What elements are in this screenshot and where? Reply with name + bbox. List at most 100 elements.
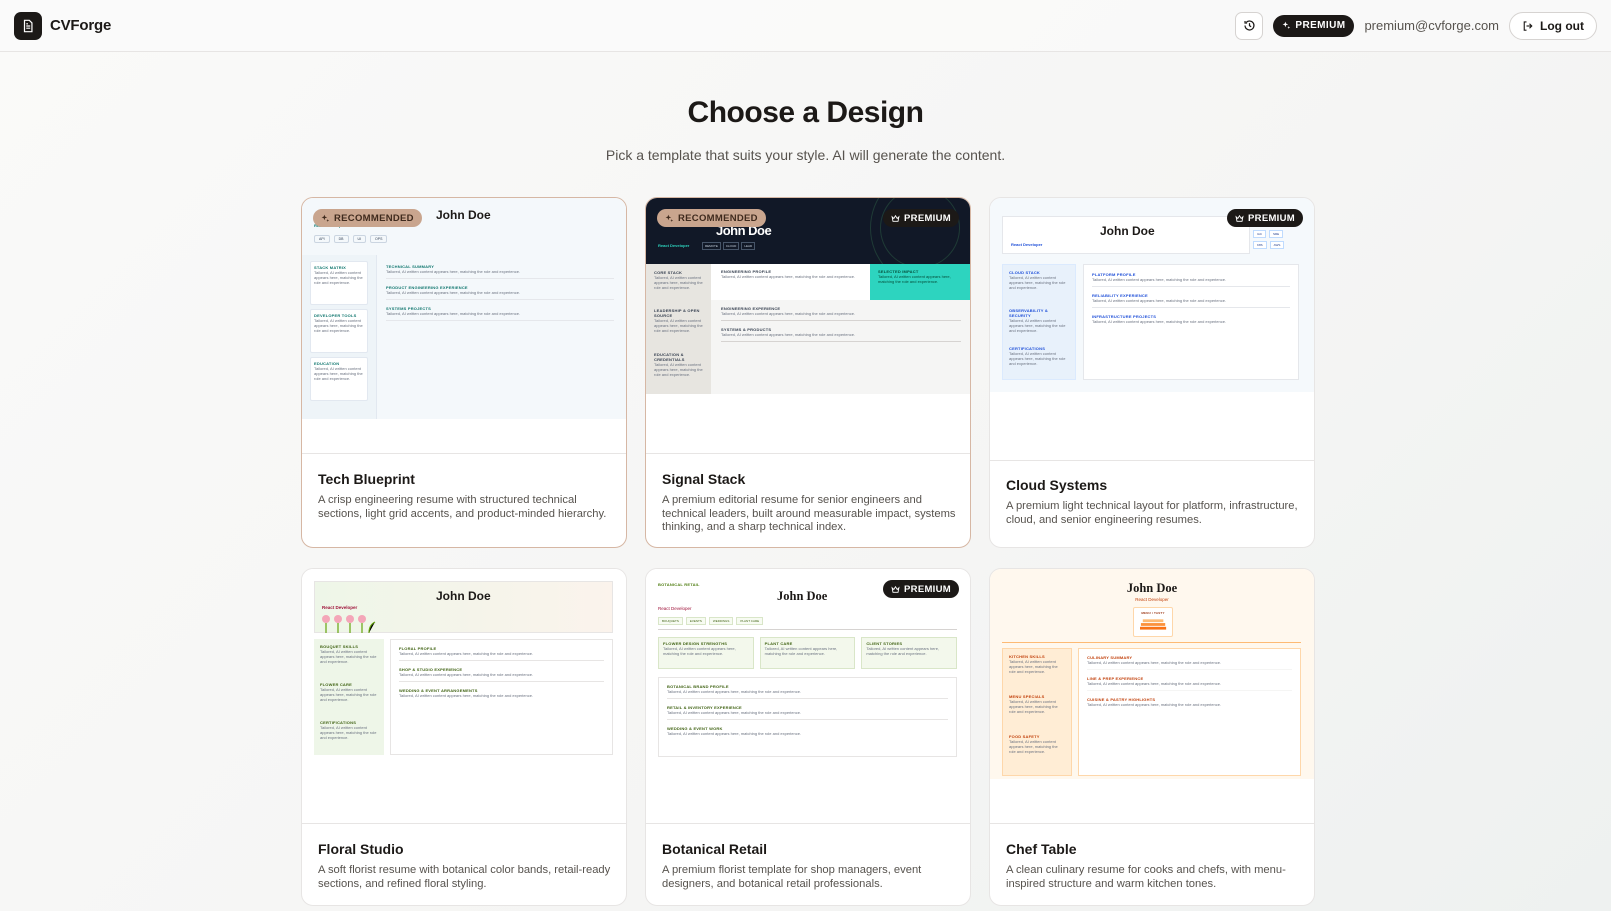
premium-status-label: PREMIUM [1295, 20, 1346, 31]
section-text: Tailored, AI written content appears her… [764, 646, 838, 656]
history-button[interactable] [1235, 11, 1264, 40]
template-description: A soft florist resume with botanical col… [318, 864, 611, 890]
skill-chips: IAC SRE K8S AWS [1253, 230, 1299, 249]
history-icon [1244, 20, 1255, 31]
template-name: Floral Studio [318, 841, 404, 857]
premium-label: PREMIUM [904, 583, 951, 595]
skill-chips: API DB UI OPS [314, 235, 388, 243]
recommended-label: RECOMMENDED [334, 212, 414, 224]
section-text: Tailored, AI written content appears her… [663, 646, 736, 656]
crown-icon [1235, 214, 1244, 222]
section-text: Tailored, AI written content appears her… [386, 269, 521, 274]
premium-label: PREMIUM [904, 212, 951, 224]
section-text: Tailored, AI written content appears her… [314, 270, 363, 285]
chip: DB [333, 235, 349, 243]
section-text: Tailored, AI written content appears her… [878, 274, 951, 284]
section-text: Tailored, AI written content appears her… [1087, 660, 1222, 665]
premium-badge: PREMIUM [1227, 209, 1303, 227]
recommended-label: RECOMMENDED [678, 212, 758, 224]
logout-icon [1523, 20, 1533, 31]
chip: EVENTS [685, 617, 706, 625]
template-description: A premium florist template for shop mana… [662, 864, 922, 890]
template-description: A crisp engineering resume with structur… [318, 494, 607, 520]
template-card-chef-table[interactable]: John Doe React Developer MENU / TASTY KI… [989, 568, 1315, 906]
resume-role: React Developer [658, 606, 692, 611]
chip: IAC [1253, 230, 1267, 238]
resume-name: John Doe [777, 589, 828, 603]
logo-document-icon[interactable] [14, 11, 42, 40]
chip: LEAD [741, 242, 756, 250]
section-text: Tailored, AI written content appears her… [1009, 351, 1066, 366]
template-description: A clean culinary resume for cooks and ch… [1006, 864, 1286, 890]
crown-icon [891, 214, 900, 222]
section-text: Tailored, AI written content appears her… [1009, 275, 1066, 290]
user-email: premium@cvforge.com [1364, 18, 1500, 33]
premium-label: PREMIUM [1248, 212, 1295, 224]
menu-box: MENU / TASTY [1133, 607, 1173, 637]
section-text: Tailored, AI written content appears her… [386, 311, 521, 316]
chip: K8S [1253, 241, 1267, 249]
template-card-signal-stack[interactable]: RECOMMENDED PREMIUM John Doe React Devel… [645, 197, 971, 548]
page-title: Choose a Design [687, 96, 924, 129]
skill-chips: BOUQUETS EVENTS WEDDINGS PLANT CARE [658, 617, 764, 625]
chip: API [314, 235, 330, 243]
section-heading: EDUCATION & CREDENTIALS [654, 352, 685, 362]
tulip-flowers-icon [322, 615, 376, 634]
chip: OPS [370, 235, 388, 243]
template-preview: John Doe React Developer MENU / TASTY KI… [990, 569, 1314, 824]
section-text: Tailored, AI written content appears her… [386, 290, 521, 295]
section-text: Tailored, AI written content appears her… [399, 672, 534, 677]
chip: PLANT CARE [736, 617, 764, 625]
template-preview: RECOMMENDED PREMIUM John Doe React Devel… [646, 198, 970, 454]
template-card-botanical-retail[interactable]: PREMIUM BOTANICAL RETAIL John Doe React … [645, 568, 971, 906]
chip: WEDDINGS [708, 617, 734, 625]
template-preview: PREMIUM BOTANICAL RETAIL John Doe React … [646, 569, 970, 824]
section-text: Tailored, AI written content appears her… [1009, 699, 1058, 714]
section-text: Tailored, AI written content appears her… [1092, 277, 1227, 282]
chip: REMOTE [702, 242, 721, 250]
template-top-label: BOTANICAL RETAIL [658, 582, 700, 587]
section-text: Tailored, AI written content appears her… [314, 366, 363, 381]
resume-role: React Developer [1011, 242, 1043, 247]
sparkles-icon [665, 214, 674, 222]
recommended-badge: RECOMMENDED [657, 209, 766, 227]
section-text: Tailored, AI written content appears her… [314, 318, 363, 333]
premium-badge: PREMIUM [883, 580, 959, 598]
section-text: Tailored, AI written content appears her… [320, 725, 377, 740]
resume-role: React Developer [322, 605, 358, 610]
template-preview: PREMIUM John Doe React Developer IAC SRE… [990, 198, 1314, 461]
resume-name: John Doe [1100, 224, 1155, 238]
resume-name: John Doe [436, 589, 491, 603]
template-description: A premium editorial resume for senior en… [662, 494, 956, 533]
logout-button[interactable]: Log out [1509, 11, 1597, 40]
cake-icon [1140, 619, 1167, 630]
skill-chips: REMOTE CLOUD LEAD [702, 242, 756, 250]
template-card-cloud-systems[interactable]: PREMIUM John Doe React Developer IAC SRE… [989, 197, 1315, 548]
crown-icon [891, 585, 900, 593]
template-card-tech-blueprint[interactable]: RECOMMENDED John Doe React Developer API… [301, 197, 627, 548]
brand-name[interactable]: CVForge [50, 17, 111, 34]
section-text: Tailored, AI written content appears her… [654, 275, 703, 290]
resume-name: John Doe [1126, 581, 1178, 595]
chip: BOUQUETS [658, 617, 683, 625]
template-description: A premium light technical layout for pla… [1006, 500, 1298, 526]
section-text: Tailored, AI written content appears her… [654, 362, 703, 377]
chip: CLOUD [722, 242, 740, 250]
page-subtitle: Pick a template that suits your style. A… [605, 147, 1006, 163]
recommended-badge: RECOMMENDED [313, 209, 422, 227]
section-text: Tailored, AI written content appears her… [667, 710, 802, 715]
section-text: Tailored, AI written content appears her… [1009, 318, 1066, 333]
section-text: Tailored, AI written content appears her… [721, 332, 856, 337]
section-text: Tailored, AI written content appears her… [1087, 702, 1222, 707]
section-text: Tailored, AI written content appears her… [399, 693, 534, 698]
top-bar: CVForge PREMIUM premium@cvforge.com Log … [0, 0, 1611, 52]
template-name: Tech Blueprint [318, 471, 415, 487]
template-preview: John Doe React Developer BOUQUET SKILLS … [302, 569, 626, 824]
menu-label: MENU / TASTY [1141, 611, 1165, 615]
section-text: Tailored, AI written content appears her… [320, 687, 377, 702]
template-card-floral-studio[interactable]: John Doe React Developer BOUQUET SKILLS … [301, 568, 627, 906]
section-text: Tailored, AI written content appears her… [721, 311, 856, 316]
template-name: Cloud Systems [1006, 477, 1108, 493]
premium-badge: PREMIUM [883, 209, 959, 227]
section-text: Tailored, AI written content appears her… [1009, 739, 1058, 754]
